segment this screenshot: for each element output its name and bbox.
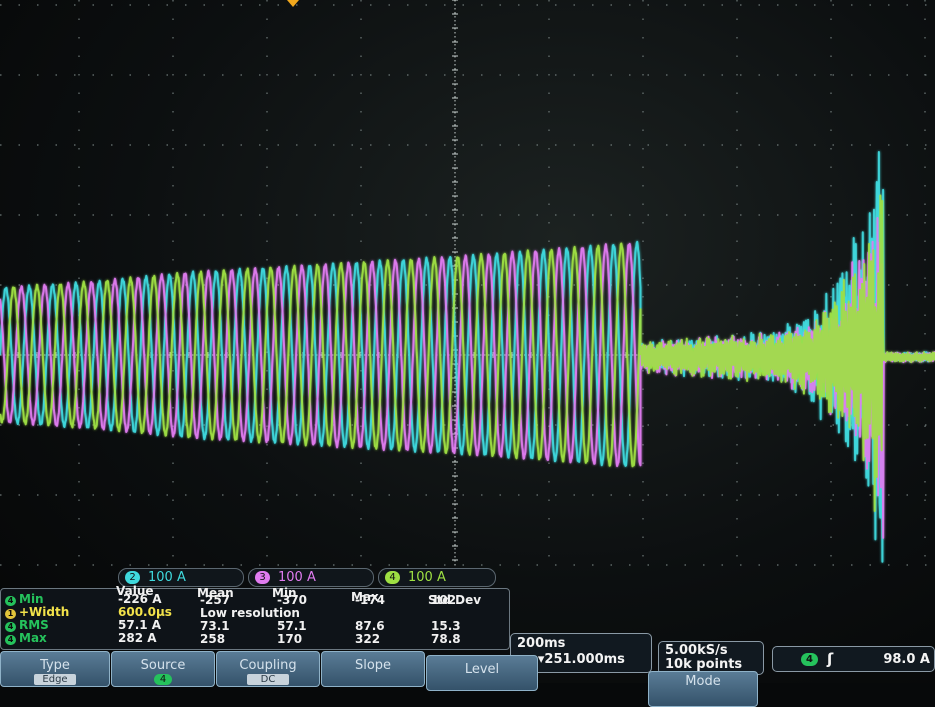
trigger-menu-buttons: Type Edge Source 4 Coupling DC Slope Lev… [0,645,935,707]
measurement-mean: 73.1 [200,619,230,633]
measurement-panel[interactable]: Value Mean Min Max Std Dev 4 Min -226 A -25… [0,585,510,650]
coupling-button[interactable]: Coupling DC [216,651,320,687]
measurement-value: 282 A [118,631,157,645]
waveform-traces [0,151,935,563]
measurement-min: 57.1 [277,619,307,633]
measurement-channel-badge: 1 [5,609,16,619]
channel-scale-value: 100 A [278,570,316,585]
channel-4-scale[interactable]: 4 100 A [378,568,496,587]
coupling-value: DC [247,674,289,685]
measurement-std: 15.3 [431,619,461,633]
channel-number-badge: 4 [385,571,400,584]
level-label: Level [464,662,500,677]
measurement-std: 102 [431,593,457,607]
measurement-max: -174 [355,593,386,607]
measurement-name: RMS [19,618,49,632]
channel-number-badge: 2 [125,571,140,584]
channel-scale-bar: 2 100 A 3 100 A 4 100 A [0,565,505,589]
measurement-name: Max [19,631,47,645]
measurement-max: 322 [355,632,381,646]
measurement-label: 4 Max [5,632,47,645]
source-label: Source [140,658,186,673]
oscilloscope-screen: 2 100 A 3 100 A 4 100 A Value Mean Min Max St… [0,0,935,707]
measurement-std: 78.8 [431,632,461,646]
mode-label: Mode [685,674,721,689]
channel-number-badge: 3 [255,571,270,584]
measurement-mean: Low resolution [200,606,300,620]
measurement-min: 170 [277,632,303,646]
measurement-channel-badge: 4 [5,622,16,632]
type-button[interactable]: Type Edge [0,651,110,687]
measurement-value: -226 A [118,592,162,606]
type-value: Edge [34,674,76,685]
channel-scale-value: 100 A [148,570,186,585]
measurement-channel-badge: 4 [5,635,16,645]
slope-button[interactable]: Slope [321,651,425,687]
source-button[interactable]: Source 4 [111,651,215,687]
measurement-name: +Width [19,605,70,619]
measurement-max: 87.6 [355,619,385,633]
level-button[interactable]: Level [426,655,538,691]
measurement-mean: -257 [200,593,231,607]
mode-button[interactable]: Mode [648,671,758,707]
measurement-value: 57.1 A [118,618,162,632]
trigger-position-marker [287,0,299,7]
source-value: 4 [154,674,172,685]
measurement-channel-badge: 4 [5,596,16,606]
measurement-min: -370 [277,593,308,607]
channel-scale-value: 100 A [408,570,446,585]
slope-label: Slope [354,658,392,673]
channel-3-scale[interactable]: 3 100 A [248,568,374,587]
coupling-label: Coupling [239,658,297,673]
measurement-mean: 258 [200,632,226,646]
type-label: Type [40,658,70,673]
measurement-value: 600.0µs [118,605,172,619]
measurement-name: Min [19,592,44,606]
